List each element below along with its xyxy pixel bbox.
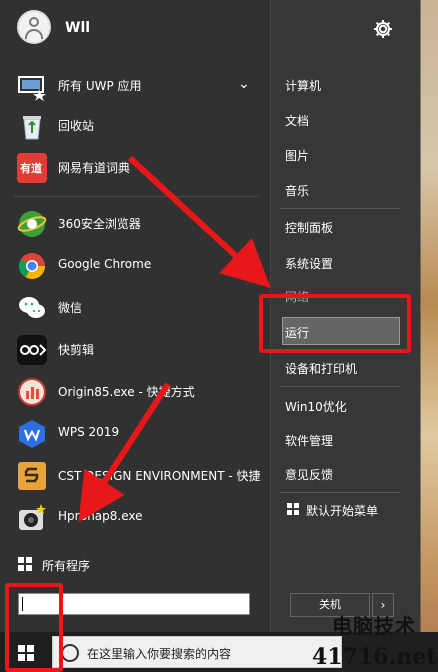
cst-item[interactable]: CST DESIGN ENVIRONMENT - 快捷 [0,456,270,496]
right-item-documents[interactable]: 文档 [285,112,309,129]
browser-360-item[interactable]: 360安全浏览器 [0,204,270,244]
origin-item[interactable]: Origin85.exe - 快捷方式 [0,372,270,412]
wps-label: WPS 2019 [58,425,120,439]
kuaijianji-label: 快剪辑 [58,343,95,357]
all-uwp-apps-label: 所有 UWP 应用 [58,79,142,93]
recycle-bin-label: 回收站 [58,119,95,133]
origin-icon [18,378,46,406]
user-avatar-icon[interactable] [17,10,51,44]
right-item-computer[interactable]: 计算机 [285,77,321,94]
windows-grid-icon [18,557,32,571]
run-annotation-box [259,294,411,353]
right-divider [280,208,400,209]
recycle-bin-item[interactable]: 回收站 [0,106,270,146]
taskbar-search-box[interactable]: 在这里输入你要搜索的内容 [52,636,342,668]
all-uwp-apps-item[interactable]: 所有 UWP 应用 ⌄ [0,66,270,106]
desktop-background [420,0,438,672]
browser-360-label: 360安全浏览器 [58,217,141,231]
cst-icon [18,462,46,490]
chrome-icon [18,253,46,280]
start-menu-header: Wll [0,0,420,56]
left-divider [14,196,259,197]
right-item-music[interactable]: 音乐 [285,182,309,199]
wechat-label: 微信 [58,301,83,315]
kuaijianji-item[interactable]: 快剪辑 [0,330,270,370]
right-item-default-menu[interactable]: 默认开始菜单 [306,502,378,519]
right-item-software[interactable]: 软件管理 [285,432,333,449]
hypersnap-item[interactable]: HprSnap8.exe [0,498,270,538]
right-item-feedback[interactable]: 意见反馈 [285,466,333,483]
right-divider [280,386,400,387]
browser-360-icon [17,211,47,237]
all-programs-item[interactable]: 所有程序 [0,546,270,586]
right-item-devices[interactable]: 设备和打印机 [285,360,357,377]
right-item-win10[interactable]: Win10优化 [285,398,347,415]
user-name[interactable]: Wll [65,20,90,36]
chrome-item[interactable]: Google Chrome [0,246,270,286]
recycle-bin-icon [23,116,41,140]
cortana-search-icon [61,644,79,662]
settings-gear-icon[interactable] [372,18,394,40]
search-placeholder: 在这里输入你要搜索的内容 [87,647,232,661]
right-item-control-panel[interactable]: 控制面板 [285,219,333,236]
start-annotation-box [5,583,63,672]
youdao-item[interactable]: 有道 网易有道词典 [0,148,270,188]
watermark-line1: 电脑技术 [332,614,416,638]
youdao-dict-icon: 有道 [17,153,47,183]
uwp-apps-icon [18,76,46,101]
wps-item[interactable]: WPS 2019 [0,414,270,454]
chevron-down-icon[interactable]: ⌄ [238,76,250,92]
kuaijianji-icon [17,335,47,365]
wechat-item[interactable]: 微信 [0,288,270,328]
right-item-settings[interactable]: 系统设置 [285,255,333,272]
youdao-label: 网易有道词典 [58,161,131,175]
right-divider [280,492,400,493]
hypersnap-icon [19,504,46,530]
chrome-label: Google Chrome [58,257,152,271]
wps-icon [19,420,45,448]
wechat-icon [19,297,45,318]
cst-label: CST DESIGN ENVIRONMENT - 快捷 [58,469,261,483]
watermark-line2: 41716.net [312,644,437,670]
windows-logo-icon [287,503,299,515]
origin-label: Origin85.exe - 快捷方式 [58,385,195,399]
right-item-pictures[interactable]: 图片 [285,147,309,164]
hypersnap-label: HprSnap8.exe [58,509,143,523]
all-programs-label: 所有程序 [42,559,91,573]
